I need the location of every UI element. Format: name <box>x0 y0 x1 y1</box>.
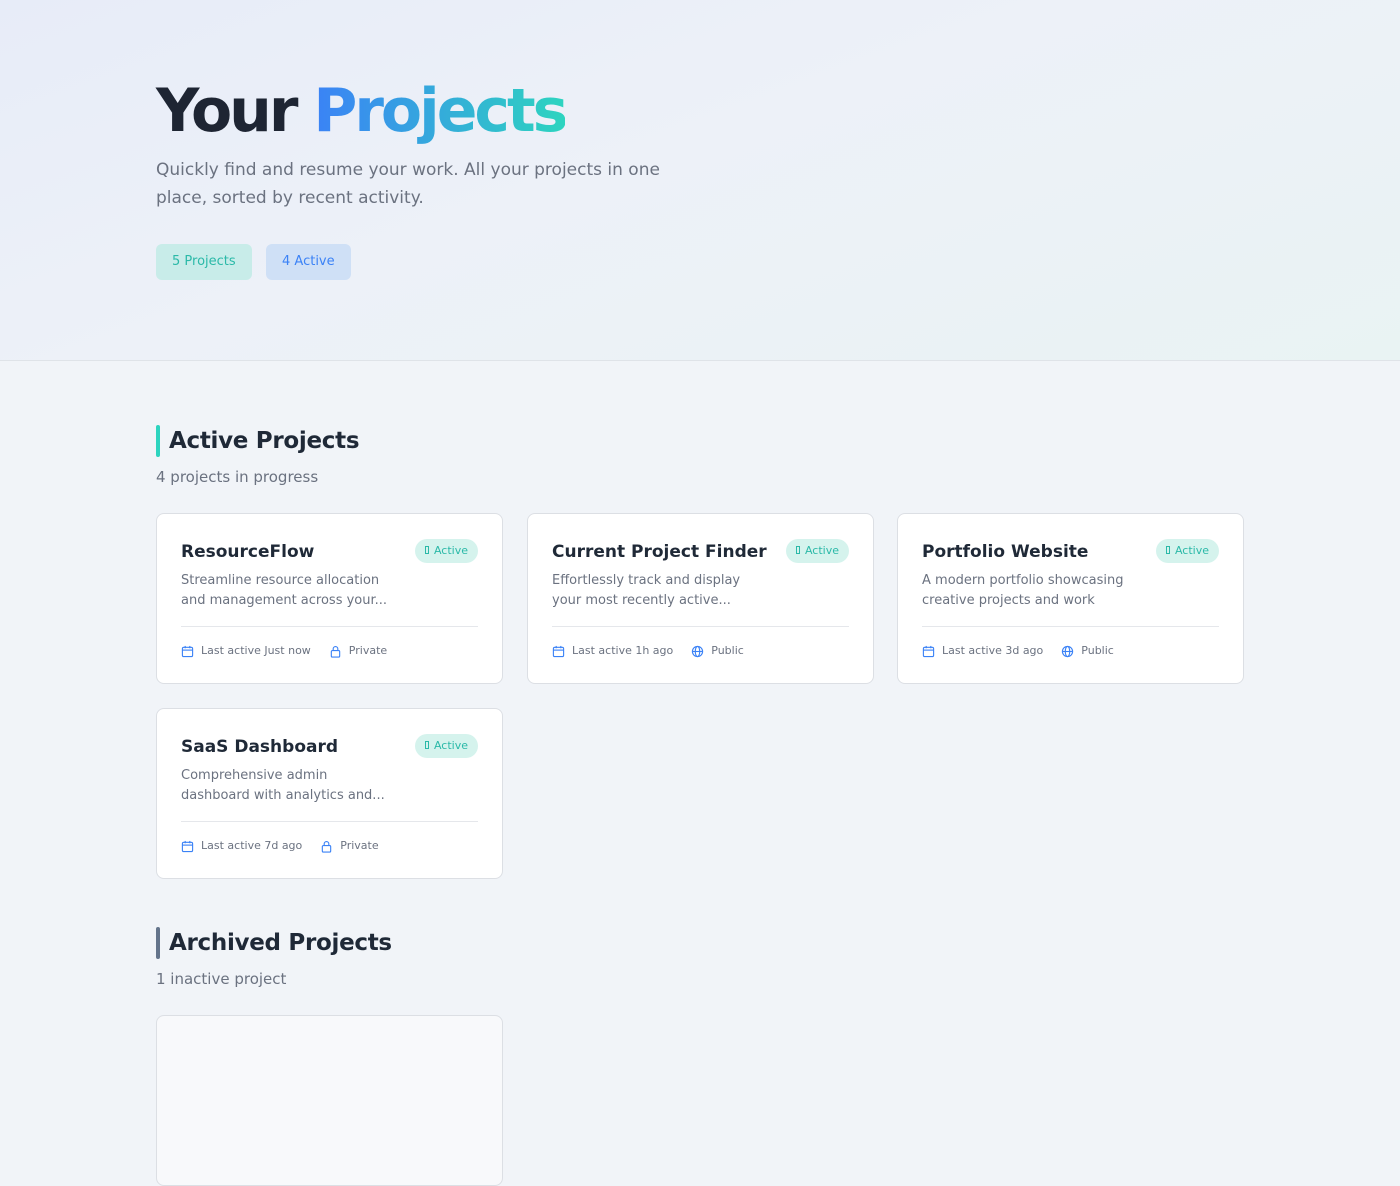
status-badge: Active <box>785 539 849 563</box>
project-card-title: SaaS Dashboard <box>181 737 339 757</box>
project-card-description: Effortlessly track and display your most… <box>552 573 741 608</box>
status-badge: Active <box>414 539 478 563</box>
project-card-title: Portfolio Website <box>922 542 1089 562</box>
hero-header: Your Projects Quickly find and resume yo… <box>0 0 1400 361</box>
card-divider <box>922 626 1219 627</box>
active-count-pill: 4 Active <box>266 244 351 280</box>
project-card-current-project-finder[interactable]: Current Project Finder Active Effortless… <box>527 513 874 684</box>
page-subtitle: Quickly find and resume your work. All y… <box>156 160 660 208</box>
last-active-meta: Last active 1h ago <box>552 643 673 659</box>
last-active-text: Last active Just now <box>201 644 311 657</box>
project-card-archived[interactable] <box>156 1015 503 1186</box>
status-indicator-icon <box>795 546 800 554</box>
project-card-title: Current Project Finder <box>552 542 767 562</box>
globe-icon <box>692 645 704 657</box>
calendar-icon <box>181 645 194 657</box>
projects-count-pill: 5 Projects <box>156 244 252 280</box>
card-divider <box>181 821 478 822</box>
visibility-text: Private <box>340 839 379 852</box>
last-active-meta: Last active Just now <box>181 643 311 659</box>
page-title-accent: Projects <box>313 76 568 146</box>
status-badge-label: Active <box>1174 544 1209 557</box>
visibility-meta: Public <box>691 643 744 659</box>
section-accent-bar <box>156 927 160 959</box>
project-card-description: Comprehensive admin dashboard with analy… <box>181 768 385 803</box>
page-title: Your Projects <box>156 76 568 146</box>
project-card-resourceflow[interactable]: ResourceFlow Active Streamline resource … <box>156 513 503 684</box>
project-card-saas-dashboard[interactable]: SaaS Dashboard Active Comprehensive admi… <box>156 708 503 879</box>
last-active-meta: Last active 3d ago <box>922 643 1043 659</box>
card-divider <box>181 626 478 627</box>
visibility-meta: Public <box>1061 643 1114 659</box>
visibility-meta: Private <box>320 838 379 854</box>
last-active-text: Last active 3d ago <box>942 644 1044 657</box>
visibility-text: Private <box>348 644 388 657</box>
status-badge-label: Active <box>433 739 468 752</box>
project-card-title: ResourceFlow <box>181 542 315 562</box>
lock-icon <box>322 840 332 853</box>
globe-icon <box>1062 645 1074 657</box>
project-card-meta: Last active Just now Private <box>181 643 405 659</box>
last-active-text: Last active 1h ago <box>572 644 674 657</box>
calendar-icon <box>552 645 565 657</box>
card-divider <box>552 626 849 627</box>
project-card-meta: Last active 1h ago Public <box>552 643 762 659</box>
status-badge-label: Active <box>804 544 839 557</box>
archived-projects-title: Archived Projects <box>169 930 392 956</box>
section-accent-bar <box>156 425 160 457</box>
project-card-meta: Last active 3d ago Public <box>922 643 1132 659</box>
project-card-portfolio-website[interactable]: Portfolio Website Active A modern portfo… <box>897 513 1244 684</box>
visibility-text: Public <box>1081 644 1114 657</box>
lock-icon <box>330 645 341 658</box>
status-indicator-icon <box>424 741 429 749</box>
calendar-icon <box>922 645 935 657</box>
visibility-meta: Private <box>329 643 387 659</box>
status-badge: Active <box>1155 539 1219 563</box>
project-card-meta: Last active 7d ago Private <box>181 838 397 854</box>
project-card-description: A modern portfolio showcasing creative p… <box>922 573 1124 608</box>
active-projects-subtitle: 4 projects in progress <box>156 468 319 486</box>
last-active-meta: Last active 7d ago <box>181 838 302 854</box>
project-card-description: Streamline resource allocation and manag… <box>181 573 388 608</box>
status-indicator-icon <box>1165 546 1170 554</box>
status-badge: Active <box>414 734 478 758</box>
visibility-text: Public <box>711 644 744 657</box>
status-badge-label: Active <box>433 544 468 557</box>
page-title-plain: Your <box>156 76 298 146</box>
last-active-text: Last active 7d ago <box>201 839 303 852</box>
status-indicator-icon <box>424 546 429 554</box>
calendar-icon <box>181 840 194 852</box>
archived-projects-subtitle: 1 inactive project <box>156 970 287 988</box>
active-projects-title: Active Projects <box>169 428 360 454</box>
